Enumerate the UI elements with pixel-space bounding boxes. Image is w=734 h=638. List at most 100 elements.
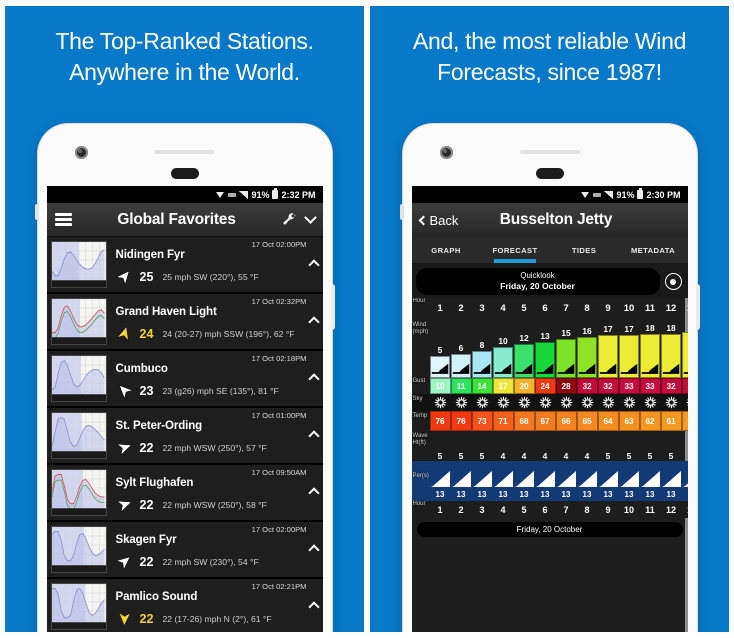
gust-cell: 32 bbox=[597, 378, 619, 395]
tab-graph[interactable]: GRAPH bbox=[412, 246, 481, 255]
station-name: Sylt Flughafen bbox=[115, 477, 194, 489]
swell-barb-icon bbox=[598, 471, 618, 488]
favorite-row[interactable]: St. Peter-Ording 17 Oct 01:00PM 22 22 mph W… bbox=[46, 408, 323, 465]
period-value-cell: 13 bbox=[519, 489, 529, 499]
sun-icon bbox=[665, 397, 677, 409]
hour-cell-bottom: 7 bbox=[563, 504, 569, 515]
swell-barb-icon bbox=[430, 471, 450, 488]
wind-value: 5 bbox=[437, 345, 443, 356]
station-thumbnail-chart bbox=[50, 412, 107, 459]
period-value-cell: 13 bbox=[645, 489, 655, 499]
temp-cell: 61 bbox=[660, 411, 682, 432]
wifi-icon bbox=[216, 191, 225, 199]
favorite-row[interactable]: Cumbuco 17 Oct 02:18PM 23 23 (g26) mph SE (… bbox=[46, 351, 323, 408]
wind-direction-arrow-icon bbox=[115, 553, 133, 571]
station-thumbnail-chart bbox=[50, 355, 107, 402]
sun-icon bbox=[602, 397, 614, 409]
tab-tides[interactable]: TIDES bbox=[550, 246, 619, 255]
favorite-row[interactable]: Nidingen Fyr 17 Oct 02:00PM 25 25 mph SW (2… bbox=[46, 237, 323, 294]
hour-cell: 4 bbox=[500, 302, 506, 314]
gust-cell: 32 bbox=[576, 378, 598, 395]
period-barb-cell bbox=[681, 461, 688, 488]
wind-cell: 19 bbox=[682, 318, 688, 379]
wind-reading: 22 22 mph SW (230°), 54 °F bbox=[115, 553, 319, 571]
front-camera-icon bbox=[74, 146, 88, 159]
period-value-cell: 13 bbox=[435, 489, 445, 499]
chevron-down-icon[interactable] bbox=[303, 211, 317, 224]
gust-cell: 33 bbox=[618, 378, 640, 395]
battery-icon bbox=[637, 188, 644, 199]
wind-cell: 6 bbox=[451, 318, 472, 379]
sky-cell bbox=[640, 394, 661, 411]
target-icon[interactable] bbox=[664, 273, 682, 291]
favorite-info: Sylt Flughafen 17 Oct 09:50AM 22 22 mph WSW… bbox=[107, 465, 323, 520]
swell-barb-icon bbox=[493, 471, 513, 488]
wind-bar: 6 bbox=[451, 343, 471, 379]
wave-cell: 4 bbox=[500, 451, 506, 462]
wind-barb-icon bbox=[536, 361, 554, 376]
hour-cell-bottom: 10 bbox=[623, 504, 634, 515]
sim-icon bbox=[593, 192, 602, 197]
favorite-row[interactable]: Sylt Flughafen 17 Oct 09:50AM 22 22 mph WSW… bbox=[46, 465, 323, 522]
wind-value: 12 bbox=[519, 333, 529, 344]
favorite-info: Pamlico Sound 17 Oct 02:21PM 22 22 (17-26) … bbox=[107, 579, 323, 632]
hamburger-icon[interactable] bbox=[54, 213, 72, 226]
wave-cell: 5 bbox=[668, 451, 674, 462]
observation-timestamp: 17 Oct 02:18PM bbox=[251, 354, 307, 363]
wind-speed-value: 24 bbox=[139, 326, 154, 341]
back-button[interactable]: Back bbox=[418, 212, 459, 228]
hour-cell: 3 bbox=[479, 302, 485, 314]
wave-cell: 5 bbox=[458, 451, 464, 462]
favorites-list[interactable]: Nidingen Fyr 17 Oct 02:00PM 25 25 mph SW (2… bbox=[46, 237, 323, 632]
hour-cell-bottom: 4 bbox=[500, 504, 506, 515]
forecast-day-bar[interactable]: Friday, 20 October bbox=[416, 522, 683, 538]
tab-bar[interactable]: GRAPH FORECAST TIDES METADATA bbox=[411, 237, 688, 263]
sun-icon bbox=[623, 397, 635, 409]
favorite-row[interactable]: Pamlico Sound 17 Oct 02:21PM 22 22 (17-26) … bbox=[46, 579, 323, 632]
period-value-cell: 13 bbox=[666, 489, 676, 499]
forecast-wind-row-label: Wind (mph) bbox=[412, 322, 429, 335]
forecast-sky-row-label: Sky bbox=[412, 396, 423, 403]
temp-cell: 60 bbox=[681, 411, 688, 432]
period-barb-cell bbox=[513, 461, 535, 488]
wind-speed-value: 22 bbox=[139, 497, 154, 512]
wave-cell: 4 bbox=[542, 451, 548, 462]
promo-stage: The Top-Ranked Stations. Anywhere in the… bbox=[0, 0, 734, 638]
sky-cell bbox=[535, 394, 556, 411]
wave-cell: 5 bbox=[626, 451, 632, 462]
sky-cell bbox=[493, 394, 514, 411]
quicklook-button[interactable]: Quicklook Friday, 20 October bbox=[415, 268, 660, 296]
swell-barb-icon bbox=[514, 471, 534, 488]
hour-cell-bottom: 11 bbox=[645, 504, 655, 515]
sun-icon bbox=[581, 397, 593, 409]
wind-value: 19 bbox=[683, 321, 688, 331]
back-label: Back bbox=[429, 212, 459, 228]
temp-cell: 63 bbox=[618, 411, 640, 432]
sky-cell bbox=[577, 394, 598, 411]
favorite-row[interactable]: Skagen Fyr 17 Oct 02:00PM 22 22 mph SW (230… bbox=[46, 522, 323, 579]
sim-icon bbox=[228, 192, 237, 197]
favorite-row[interactable]: Grand Haven Light 17 Oct 02:32PM 24 24 (20-… bbox=[46, 294, 323, 351]
app-bar-actions bbox=[282, 211, 317, 227]
forecast-grid[interactable]: Hour12345678910111213Wind(mph)5681012131… bbox=[411, 298, 688, 632]
battery-percent: 91% bbox=[616, 189, 635, 200]
wrench-icon[interactable] bbox=[282, 212, 297, 227]
wind-value: 17 bbox=[603, 324, 613, 335]
gust-cell: 32 bbox=[660, 378, 682, 395]
wind-cell: 17 bbox=[598, 318, 619, 379]
observation-timestamp: 17 Oct 09:50AM bbox=[251, 468, 307, 477]
wind-bar: 18 bbox=[640, 323, 660, 379]
tab-metadata[interactable]: METADATA bbox=[619, 246, 688, 255]
wind-bar: 18 bbox=[661, 323, 681, 379]
tab-forecast[interactable]: FORECAST bbox=[481, 246, 550, 255]
earpiece-icon bbox=[519, 150, 580, 154]
wifi-icon bbox=[581, 191, 590, 199]
hour-cell-bottom: 3 bbox=[479, 504, 485, 515]
swell-barb-icon bbox=[556, 471, 576, 488]
right-headline: And, the most reliable Wind Forecasts, s… bbox=[370, 6, 729, 88]
wind-cell: 15 bbox=[556, 318, 577, 379]
observation-timestamp: 17 Oct 01:00PM bbox=[251, 411, 307, 420]
sensor-bar bbox=[170, 168, 199, 179]
gust-cell: 10 bbox=[429, 378, 451, 395]
hour-cell: 1 bbox=[437, 302, 443, 314]
